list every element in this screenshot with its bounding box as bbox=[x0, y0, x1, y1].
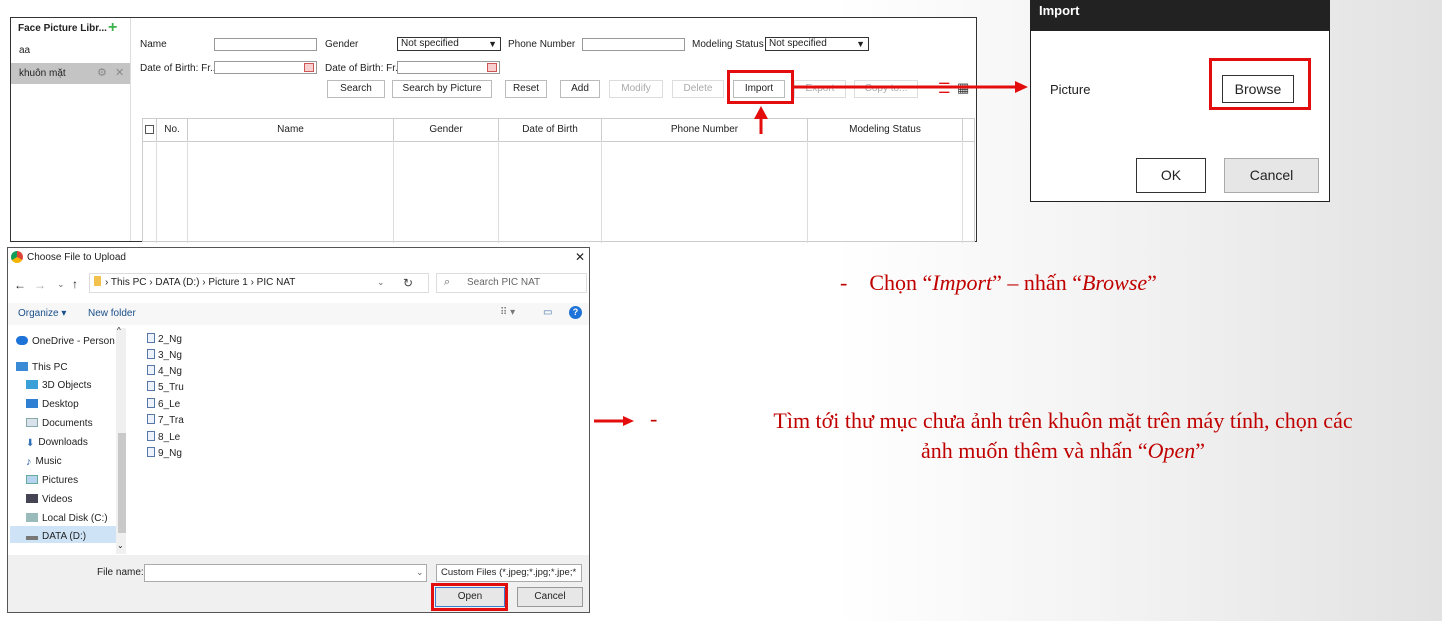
note-emphasis: Open bbox=[1147, 438, 1196, 463]
arrow-right-icon bbox=[1015, 81, 1028, 93]
note-dash-2: - bbox=[650, 406, 658, 431]
note-text: Chọn “ bbox=[869, 270, 933, 295]
note-text: ” bbox=[1147, 270, 1157, 295]
annotation-arrows bbox=[594, 81, 1028, 426]
note-text: ” bbox=[1195, 438, 1206, 463]
instruction-note-1: - Chọn “Import” – nhấn “Browse” bbox=[840, 270, 1157, 296]
note-line-2: ảnh muốn thêm và nhấn “Open” bbox=[688, 436, 1438, 466]
instruction-note-2: Tìm tới thư mục chưa ảnh trên khuôn mặt … bbox=[688, 406, 1438, 466]
note-text: ” – nhấn “ bbox=[992, 270, 1082, 295]
note-text: ảnh muốn thêm và nhấn “ bbox=[920, 438, 1148, 463]
note-emphasis: Import bbox=[932, 270, 993, 295]
note-line-1: Tìm tới thư mục chưa ảnh trên khuôn mặt … bbox=[773, 408, 1353, 433]
note-dash: - bbox=[840, 270, 848, 295]
note-emphasis: Browse bbox=[1081, 270, 1148, 295]
arrow-up-icon bbox=[754, 106, 768, 119]
arrow-right-icon bbox=[623, 416, 634, 426]
